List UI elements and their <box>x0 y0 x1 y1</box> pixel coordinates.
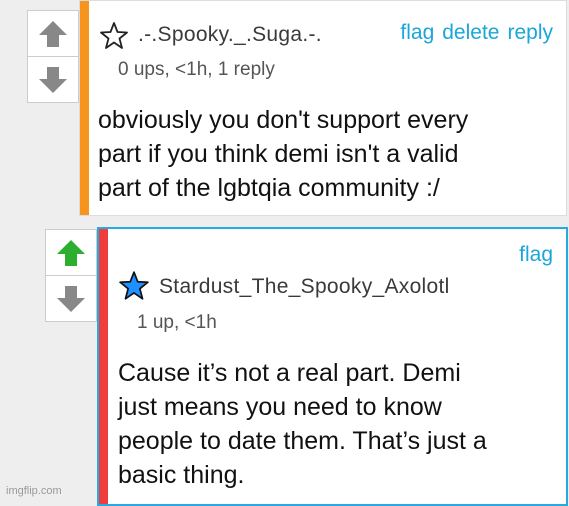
comment-meta: 0 ups, <1h, 1 reply <box>118 59 275 80</box>
comment-actions: flag delete reply <box>392 21 553 45</box>
comment-actions: flag <box>511 243 553 267</box>
upvote-button-1[interactable] <box>28 11 78 56</box>
downvote-button-1[interactable] <box>28 56 78 102</box>
star-filled-icon[interactable] <box>118 270 150 302</box>
downvote-arrow-icon <box>39 66 67 93</box>
upvote-arrow-icon <box>39 20 67 47</box>
watermark: imgflip.com <box>6 485 62 497</box>
reply-link[interactable]: reply <box>507 21 553 44</box>
flag-link[interactable]: flag <box>400 21 434 44</box>
comment-username[interactable]: Stardust_The_Spooky_Axolotl <box>159 275 450 299</box>
comment-body: obviously you don't support every part i… <box>98 106 469 202</box>
star-outline-icon[interactable] <box>99 21 129 51</box>
comment-meta: 1 up, <1h <box>137 312 217 333</box>
comment-stripe <box>99 229 108 504</box>
comment-username[interactable]: .-.Spooky._.Suga.-. <box>138 23 322 47</box>
flag-link[interactable]: flag <box>519 243 553 266</box>
downvote-arrow-icon <box>57 285 85 312</box>
comment-2: flag Stardust_The_Spooky_Axolotl 1 up, <… <box>97 227 568 506</box>
upvote-button-2[interactable] <box>46 230 96 275</box>
delete-link[interactable]: delete <box>442 21 499 44</box>
comment-stripe <box>80 1 89 215</box>
vote-box-2 <box>45 229 97 322</box>
comment-1: .-.Spooky._.Suga.-. flag delete reply 0 up… <box>79 0 567 216</box>
upvote-arrow-icon <box>57 239 85 266</box>
vote-box-1 <box>27 10 79 103</box>
comment-body: Cause it’s not a real part. Demi just me… <box>118 359 487 489</box>
downvote-button-2[interactable] <box>46 275 96 321</box>
